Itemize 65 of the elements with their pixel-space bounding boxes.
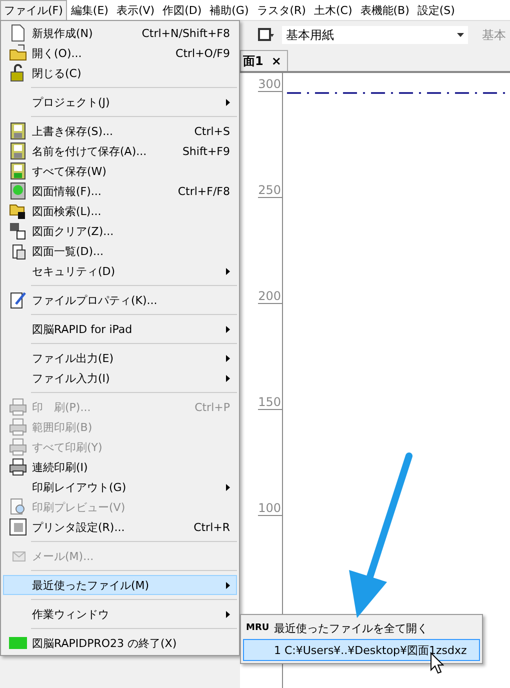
menu-item[interactable]: すべて保存(W): [3, 161, 237, 181]
menu-title[interactable]: 設定(S): [413, 0, 459, 20]
magnifier-icon: [9, 498, 27, 516]
menu-title[interactable]: 表示(V): [112, 0, 159, 20]
pencil-document-icon: [9, 291, 27, 309]
printer-icon: [9, 398, 27, 416]
menu-title[interactable]: ファイル(F): [0, 0, 67, 20]
folder-icon: [9, 44, 27, 62]
shortcut-text: Ctrl+N/Shift+F8: [142, 26, 230, 40]
menu-item-label: 1 C:¥Users¥..¥Desktop¥図面1zsdxz: [274, 642, 467, 658]
menu-item[interactable]: 図面一覧(D)...: [3, 241, 237, 261]
drawing-tab[interactable]: 面1 ×: [240, 50, 288, 71]
shortcut-text: Ctrl+S: [194, 124, 230, 138]
ruler-number: 200: [258, 289, 282, 304]
shortcut-text: Ctrl+O/F9: [176, 46, 230, 60]
menu-item[interactable]: ファイルプロパティ(K)...: [3, 290, 237, 310]
menu-item[interactable]: プリンタ設定(R)... Ctrl+R: [3, 517, 237, 537]
menu-item[interactable]: ファイル出力(E): [3, 348, 237, 368]
ruler-number: 150: [258, 395, 282, 410]
menu-item[interactable]: 印刷レイアウト(G): [3, 477, 237, 497]
menu-title[interactable]: 編集(E): [66, 0, 112, 20]
paper-combo[interactable]: 基本用紙: [282, 26, 468, 44]
printer-icon: [9, 418, 27, 436]
menu-item[interactable]: MRU 最近使ったファイルを全て開く: [243, 617, 480, 639]
menu-title[interactable]: 土木(C): [310, 0, 356, 20]
dropdown-caret-icon: [457, 33, 464, 37]
mru-label: MRU: [246, 623, 268, 633]
menu-item[interactable]: プロジェクト(J): [3, 92, 237, 112]
menu-title[interactable]: 表機能(B): [356, 0, 414, 20]
menu-item-label: 最近使ったファイルを全て開く: [274, 620, 428, 636]
menu-item[interactable]: 図面検索(L)...: [3, 201, 237, 221]
menu-title[interactable]: 作図(D): [158, 0, 206, 20]
menu-item[interactable]: セキュリティ(D): [3, 261, 237, 281]
ruler-number: 250: [258, 183, 282, 198]
menu-title[interactable]: 補助(G): [206, 0, 253, 20]
squares-icon: [9, 222, 27, 240]
menu-item[interactable]: 1 C:¥Users¥..¥Desktop¥図面1zsdxz: [243, 639, 480, 661]
menu-item[interactable]: 開く(O)... Ctrl+O/F9: [3, 43, 237, 63]
shortcut-text: Ctrl+P: [194, 400, 230, 414]
paper-icon: [258, 28, 274, 42]
menu-item[interactable]: 連続印刷(I): [3, 457, 237, 477]
shortcut-text: Ctrl+R: [194, 520, 230, 534]
menu-title[interactable]: ラスタ(R): [252, 0, 310, 20]
ruler-number: 300: [258, 77, 282, 92]
menu-item[interactable]: ファイル入力(I): [3, 368, 237, 388]
menu-item[interactable]: 上書き保存(S)... Ctrl+S: [3, 121, 237, 141]
toolbar-label: 基本: [482, 26, 506, 44]
menu-item[interactable]: 閉じる(C): [3, 63, 237, 83]
close-tab-button[interactable]: ×: [271, 54, 282, 68]
folder-icon: [9, 202, 27, 220]
shortcut-text: Ctrl+F/F8: [178, 184, 230, 198]
menu-item[interactable]: 図脳RAPIDPRO23 の終了(X): [3, 633, 237, 653]
printer-icon: [9, 458, 27, 476]
shortcut-text: Shift+F9: [182, 144, 230, 158]
document-icon: [9, 24, 27, 42]
menu-item[interactable]: 図脳RAPID for iPad: [3, 319, 237, 339]
ruler-number: 100: [258, 501, 282, 516]
menu-item[interactable]: 図面情報(F)... Ctrl+F/F8: [3, 181, 237, 201]
menu-item[interactable]: 名前を付けて保存(A)... Shift+F9: [3, 141, 237, 161]
menu-item[interactable]: 新規作成(N) Ctrl+N/Shift+F8: [3, 23, 237, 43]
menu-item[interactable]: 図面クリア(Z)...: [3, 221, 237, 241]
printer-icon: [9, 438, 27, 456]
frame-icon: [9, 518, 27, 536]
menu-item[interactable]: 最近使ったファイル(M): [3, 575, 237, 595]
menu-item[interactable]: 作業ウィンドウ: [3, 604, 237, 624]
